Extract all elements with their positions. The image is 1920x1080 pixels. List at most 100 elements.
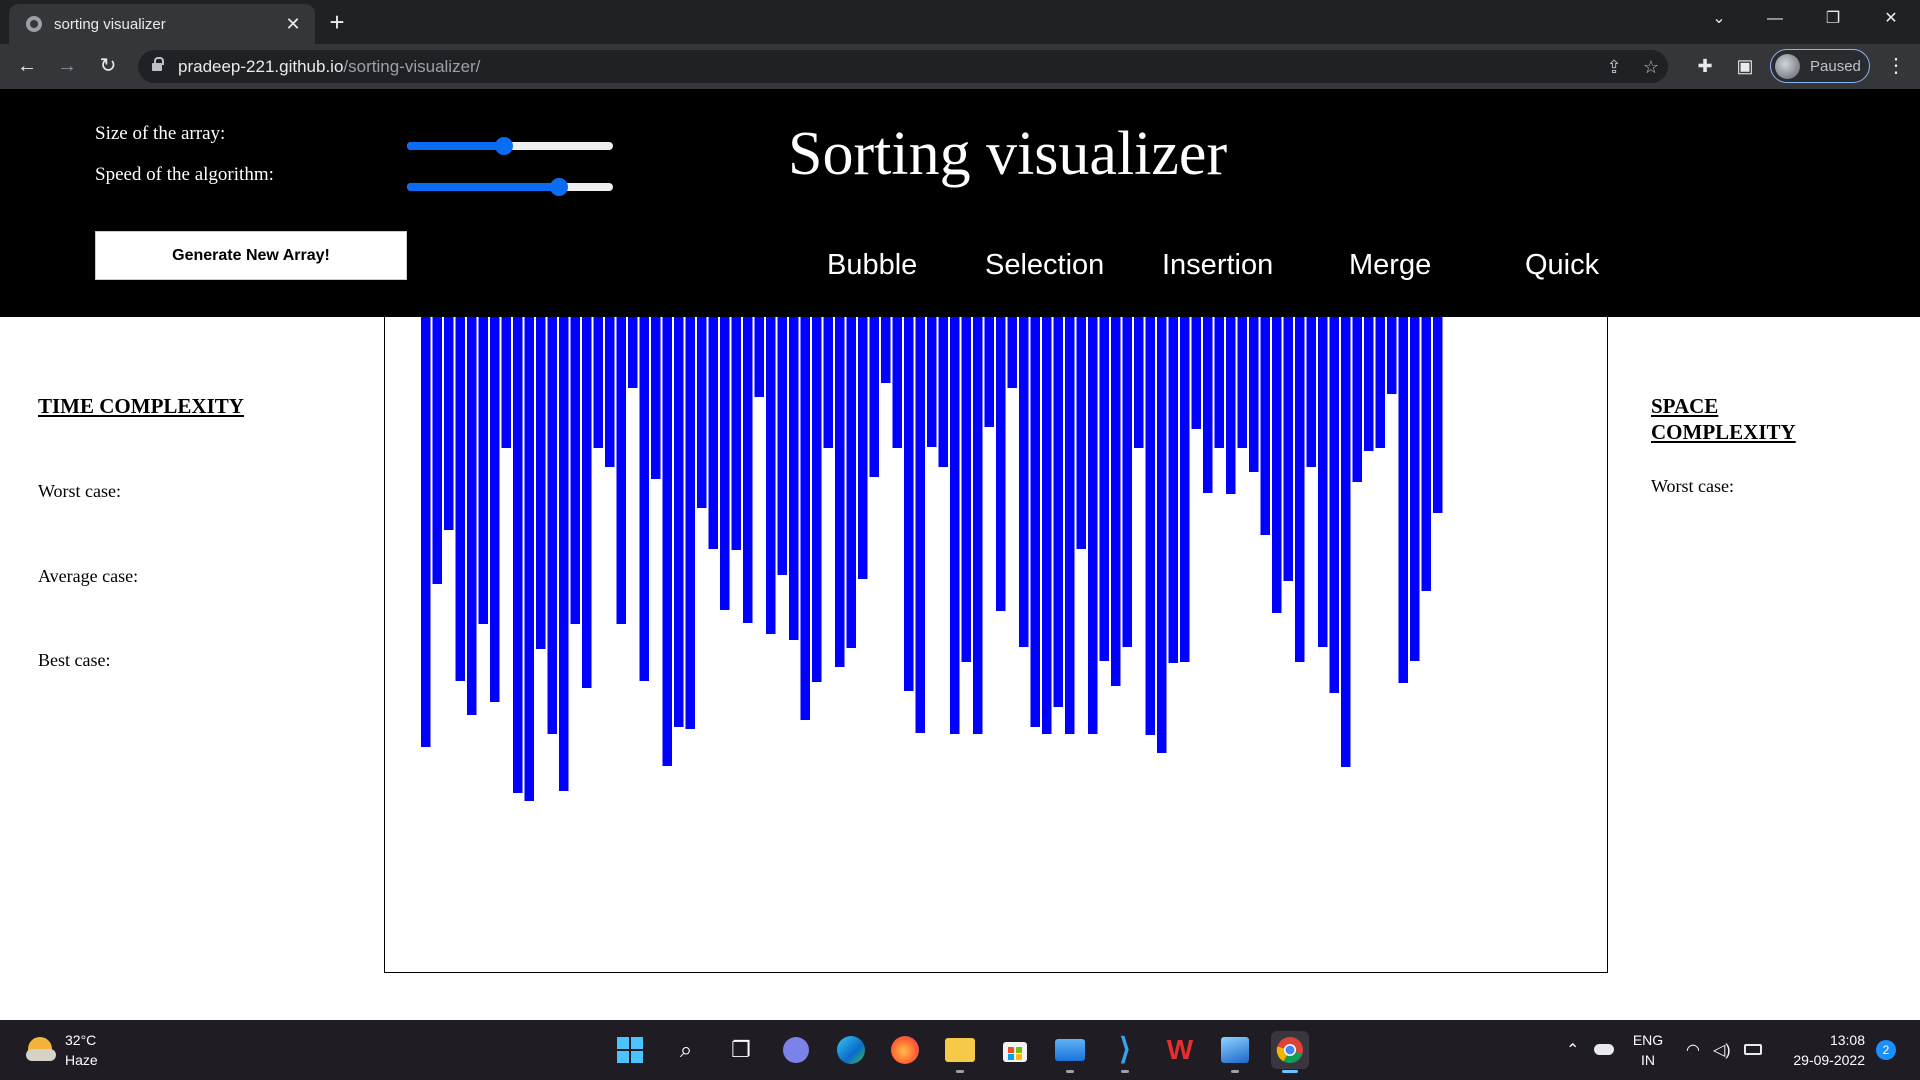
array-bar <box>1237 317 1247 448</box>
chrome-icon[interactable] <box>1271 1031 1309 1073</box>
size-slider-fill <box>407 142 504 150</box>
wifi-icon[interactable]: ◠ <box>1686 1040 1700 1060</box>
tab-active[interactable]: sorting visualizer ✕ <box>9 4 315 44</box>
array-bar <box>1030 317 1040 727</box>
array-bar <box>973 317 983 734</box>
array-bar <box>1295 317 1305 662</box>
start-icon[interactable] <box>611 1031 649 1069</box>
photos-icon[interactable] <box>1216 1031 1254 1073</box>
array-bar <box>616 317 626 624</box>
array-bar <box>731 317 741 550</box>
more-icon[interactable]: ⋮ <box>1882 52 1910 80</box>
array-bar <box>1421 317 1431 591</box>
store-icon[interactable] <box>996 1031 1034 1069</box>
search-icon[interactable]: ⌕ <box>667 1031 705 1069</box>
share-icon[interactable]: ⇪ <box>1601 54 1627 80</box>
task-view-icon[interactable]: ❐ <box>722 1031 760 1069</box>
array-bar <box>1053 317 1063 707</box>
chat-icon[interactable] <box>777 1031 815 1069</box>
date: 29-09-2022 <box>1793 1052 1865 1068</box>
temperature[interactable]: 32°C <box>65 1032 96 1048</box>
restore-icon[interactable]: ❐ <box>1810 0 1856 38</box>
battery-icon[interactable] <box>1744 1042 1762 1060</box>
browser-toolbar: ← → ↻ pradeep-221.github.io/sorting-visu… <box>0 44 1920 89</box>
quick-sort-button[interactable]: Quick <box>1525 249 1599 282</box>
array-bar <box>1214 317 1224 448</box>
edge-icon[interactable] <box>832 1031 870 1069</box>
array-bar <box>628 317 638 388</box>
clock[interactable]: 13:08 29-09-2022 <box>1775 1030 1865 1070</box>
forward-icon[interactable]: → <box>52 51 82 81</box>
array-bar <box>1226 317 1236 494</box>
close-window-icon[interactable]: ✕ <box>1868 0 1914 38</box>
sidepanel-icon[interactable]: ▣ <box>1731 52 1759 80</box>
bubble-sort-button[interactable]: Bubble <box>827 249 917 282</box>
page-title: Sorting visualizer <box>788 120 1228 188</box>
weather-icon[interactable] <box>26 1035 56 1065</box>
array-bar <box>812 317 822 682</box>
array-bar <box>938 317 948 467</box>
back-icon[interactable]: ← <box>12 51 42 81</box>
taskbar: 32°C Haze ⌕ ❐ ⟩ W ⌃ ENG IN ◠ ◁) 13:08 29… <box>0 1020 1920 1080</box>
time-complexity-heading: TIME COMPLEXITY <box>38 394 244 418</box>
mail-icon[interactable] <box>1051 1031 1089 1073</box>
time: 13:08 <box>1829 1032 1865 1048</box>
onedrive-icon[interactable] <box>1594 1042 1614 1060</box>
space-heading-line1: SPACE <box>1651 394 1719 418</box>
array-bars <box>421 317 1443 801</box>
array-bar <box>1088 317 1098 734</box>
star-icon[interactable]: ☆ <box>1638 54 1664 80</box>
lock-icon[interactable] <box>152 57 164 72</box>
url-text[interactable]: pradeep-221.github.io/sorting-visualizer… <box>178 57 480 77</box>
chevron-down-icon[interactable]: ⌄ <box>1696 0 1742 38</box>
plus-icon[interactable]: + <box>322 8 352 38</box>
minimize-icon[interactable]: — <box>1752 0 1798 38</box>
array-bar <box>1076 317 1086 549</box>
array-bar <box>708 317 718 549</box>
wps-icon[interactable]: W <box>1161 1031 1199 1069</box>
array-bar <box>881 317 891 383</box>
speed-slider-thumb[interactable] <box>550 178 569 196</box>
profile-button[interactable]: Paused <box>1770 49 1870 83</box>
array-bar <box>800 317 810 720</box>
chevron-up-icon[interactable]: ⌃ <box>1566 1040 1579 1060</box>
size-slider[interactable] <box>407 137 613 155</box>
generate-array-button[interactable]: Generate New Array! <box>95 231 407 280</box>
insertion-sort-button[interactable]: Insertion <box>1162 249 1273 282</box>
language-indicator[interactable]: ENG IN <box>1632 1030 1664 1070</box>
array-bar <box>1099 317 1109 661</box>
reload-icon[interactable]: ↻ <box>93 51 123 81</box>
array-bar <box>697 317 707 508</box>
notification-badge[interactable]: 2 <box>1876 1040 1896 1060</box>
array-bar <box>524 317 534 801</box>
merge-sort-button[interactable]: Merge <box>1349 249 1431 282</box>
array-bar <box>1398 317 1408 683</box>
array-bar <box>823 317 833 448</box>
size-label: Size of the array: <box>95 123 226 144</box>
array-bar <box>467 317 477 715</box>
array-bar <box>961 317 971 662</box>
vscode-icon[interactable]: ⟩ <box>1106 1031 1144 1073</box>
close-icon[interactable]: ✕ <box>281 12 305 36</box>
speed-label: Speed of the algorithm: <box>95 164 274 185</box>
size-slider-thumb[interactable] <box>494 137 513 155</box>
array-bar <box>1145 317 1155 735</box>
array-bar <box>662 317 672 766</box>
puzzle-icon[interactable]: ✚ <box>1691 52 1719 80</box>
weather-condition[interactable]: Haze <box>65 1052 98 1068</box>
array-bar <box>1375 317 1385 448</box>
file-explorer-icon[interactable] <box>941 1031 979 1073</box>
address-bar[interactable]: pradeep-221.github.io/sorting-visualizer… <box>138 50 1668 83</box>
array-bar <box>1306 317 1316 467</box>
speed-slider[interactable] <box>407 178 613 196</box>
selection-sort-button[interactable]: Selection <box>985 249 1104 282</box>
array-bar <box>984 317 994 427</box>
array-bar <box>1410 317 1420 661</box>
array-bar <box>478 317 488 624</box>
firefox-icon[interactable] <box>886 1031 924 1069</box>
array-bar <box>869 317 879 477</box>
volume-icon[interactable]: ◁) <box>1713 1040 1731 1060</box>
avatar <box>1775 54 1800 79</box>
array-bar <box>421 317 431 747</box>
tab-strip: sorting visualizer ✕ + ⌄ — ❐ ✕ <box>0 0 1920 44</box>
